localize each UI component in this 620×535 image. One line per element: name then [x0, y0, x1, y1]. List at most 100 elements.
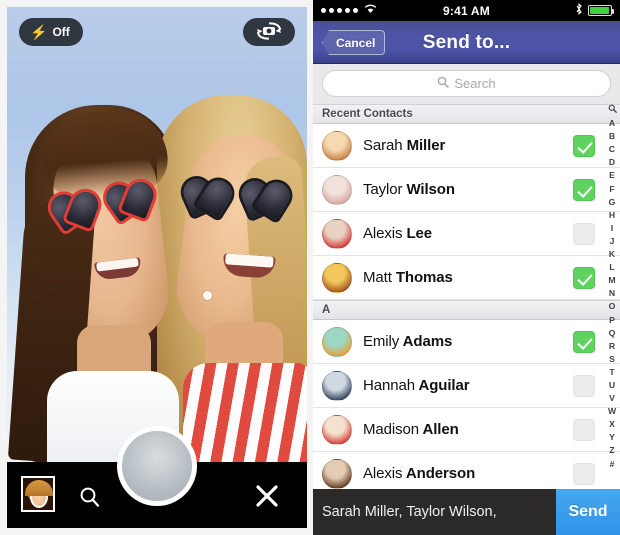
index-letter[interactable]: R	[609, 340, 615, 353]
contact-last-name: Aguilar	[414, 377, 470, 394]
send-button[interactable]: Send	[556, 489, 620, 535]
index-letter[interactable]: E	[609, 169, 615, 182]
camera-flip-button[interactable]	[243, 18, 295, 46]
index-letter[interactable]: O	[609, 300, 616, 313]
index-letter[interactable]: G	[609, 196, 616, 209]
search-icon[interactable]	[608, 104, 617, 117]
checkbox-checked[interactable]	[573, 135, 595, 157]
contact-name: Madison Allen	[363, 421, 459, 438]
contact-row[interactable]: Alexis Lee	[313, 212, 620, 256]
index-letter[interactable]: Q	[609, 327, 616, 340]
index-letter[interactable]: J	[610, 235, 615, 248]
index-letter[interactable]: M	[608, 274, 615, 287]
checkbox-checked[interactable]	[573, 331, 595, 353]
search-icon	[437, 76, 450, 91]
contact-first-name: Matt	[363, 269, 392, 286]
index-letter[interactable]: X	[609, 418, 615, 431]
contact-row[interactable]: Madison Allen	[313, 408, 620, 452]
shutter-button[interactable]	[117, 426, 197, 506]
contact-row[interactable]: Matt Thomas	[313, 256, 620, 300]
contact-name: Sarah Miller	[363, 137, 445, 154]
avatar	[322, 218, 352, 249]
avatar	[322, 262, 352, 293]
index-letter[interactable]: T	[609, 366, 614, 379]
index-letter[interactable]: P	[609, 314, 615, 327]
status-bar: 9:41 AM	[313, 0, 620, 21]
contact-name: Taylor Wilson	[363, 181, 455, 198]
alphabet-index[interactable]: A B C D E F G H I J K L M N O P Q R S T U V W X Y Z #	[606, 104, 618, 471]
contact-first-name: Alexis	[363, 225, 403, 242]
contact-last-name: Lee	[402, 225, 433, 242]
contact-row[interactable]: Hannah Aguilar	[313, 364, 620, 408]
index-letter[interactable]: Y	[609, 431, 615, 444]
index-letter[interactable]: #	[610, 458, 615, 471]
bluetooth-icon	[575, 2, 583, 18]
navigation-bar: Cancel Send to...	[313, 21, 620, 64]
index-letter[interactable]: K	[609, 248, 615, 261]
index-letter[interactable]: D	[609, 156, 615, 169]
contact-row[interactable]: Emily Adams	[313, 320, 620, 364]
search-input[interactable]: Search	[322, 70, 611, 97]
camera-viewfinder-photo	[7, 7, 307, 466]
index-letter[interactable]: H	[609, 209, 615, 222]
index-letter[interactable]: W	[608, 405, 616, 418]
checkbox-unchecked[interactable]	[573, 223, 595, 245]
close-x-icon[interactable]	[255, 484, 279, 513]
contact-name: Emily Adams	[363, 333, 452, 350]
contact-first-name: Madison	[363, 421, 419, 438]
contact-first-name: Emily	[363, 333, 400, 350]
index-letter[interactable]: C	[609, 143, 615, 156]
search-icon[interactable]	[79, 486, 101, 513]
avatar	[322, 370, 352, 401]
battery-icon	[588, 5, 614, 16]
index-letter[interactable]: I	[611, 222, 613, 235]
contact-name: Hannah Aguilar	[363, 377, 470, 394]
contact-name: Alexis Anderson	[363, 465, 475, 482]
contact-row[interactable]: Taylor Wilson	[313, 168, 620, 212]
search-bar-container: Search	[313, 64, 620, 104]
index-letter[interactable]: L	[609, 261, 614, 274]
checkbox-checked[interactable]	[573, 179, 595, 201]
right-person-striped-top	[183, 363, 307, 465]
checkbox-checked[interactable]	[573, 267, 595, 289]
flash-toggle-button[interactable]: ⚡ Off	[19, 18, 83, 46]
status-right-icons	[490, 2, 614, 18]
avatar	[322, 414, 352, 445]
camera-flip-icon	[255, 21, 283, 43]
checkbox-unchecked[interactable]	[573, 375, 595, 397]
status-clock: 9:41 AM	[443, 3, 490, 18]
contacts-list[interactable]: Recent Contacts Sarah Miller Taylor Wilson…	[313, 104, 620, 496]
index-letter[interactable]: U	[609, 379, 615, 392]
search-placeholder: Search	[454, 76, 496, 91]
avatar	[322, 130, 352, 161]
contact-last-name: Adams	[399, 333, 453, 350]
contact-first-name: Alexis	[363, 465, 403, 482]
send-bar: Sarah Miller, Taylor Wilson, Send	[313, 489, 620, 535]
contact-last-name: Wilson	[402, 181, 455, 198]
lightning-bolt-icon: ⚡	[30, 24, 48, 40]
index-letter[interactable]: F	[609, 183, 614, 196]
contact-row[interactable]: Sarah Miller	[313, 124, 620, 168]
index-letter[interactable]: N	[609, 287, 615, 300]
index-letter[interactable]: V	[609, 392, 615, 405]
camera-top-controls: ⚡ Off	[7, 7, 307, 59]
camera-panel[interactable]: ⚡ Off	[7, 7, 307, 528]
index-letter[interactable]: B	[609, 130, 615, 143]
gallery-thumbnail[interactable]	[21, 476, 55, 512]
contact-last-name: Miller	[402, 137, 446, 154]
selected-recipients[interactable]: Sarah Miller, Taylor Wilson,	[313, 489, 556, 535]
checkbox-unchecked[interactable]	[573, 419, 595, 441]
index-letter[interactable]: S	[609, 353, 615, 366]
index-letter[interactable]: Z	[609, 444, 614, 457]
index-letter[interactable]: A	[609, 117, 615, 130]
screenshot-root: ⚡ Off 9:41 AM Cancel Send to... Search R…	[0, 0, 620, 535]
cancel-button[interactable]: Cancel	[322, 30, 386, 55]
right-person-sunglasses	[179, 174, 307, 229]
right-person-earring	[203, 291, 212, 300]
contact-first-name: Hannah	[363, 377, 415, 394]
page-title: Send to...	[422, 31, 511, 53]
checkbox-unchecked[interactable]	[573, 463, 595, 485]
phone-panel: 9:41 AM Cancel Send to... Search Recent …	[313, 0, 620, 535]
section-header: Recent Contacts	[313, 104, 620, 124]
contact-last-name: Anderson	[402, 465, 476, 482]
